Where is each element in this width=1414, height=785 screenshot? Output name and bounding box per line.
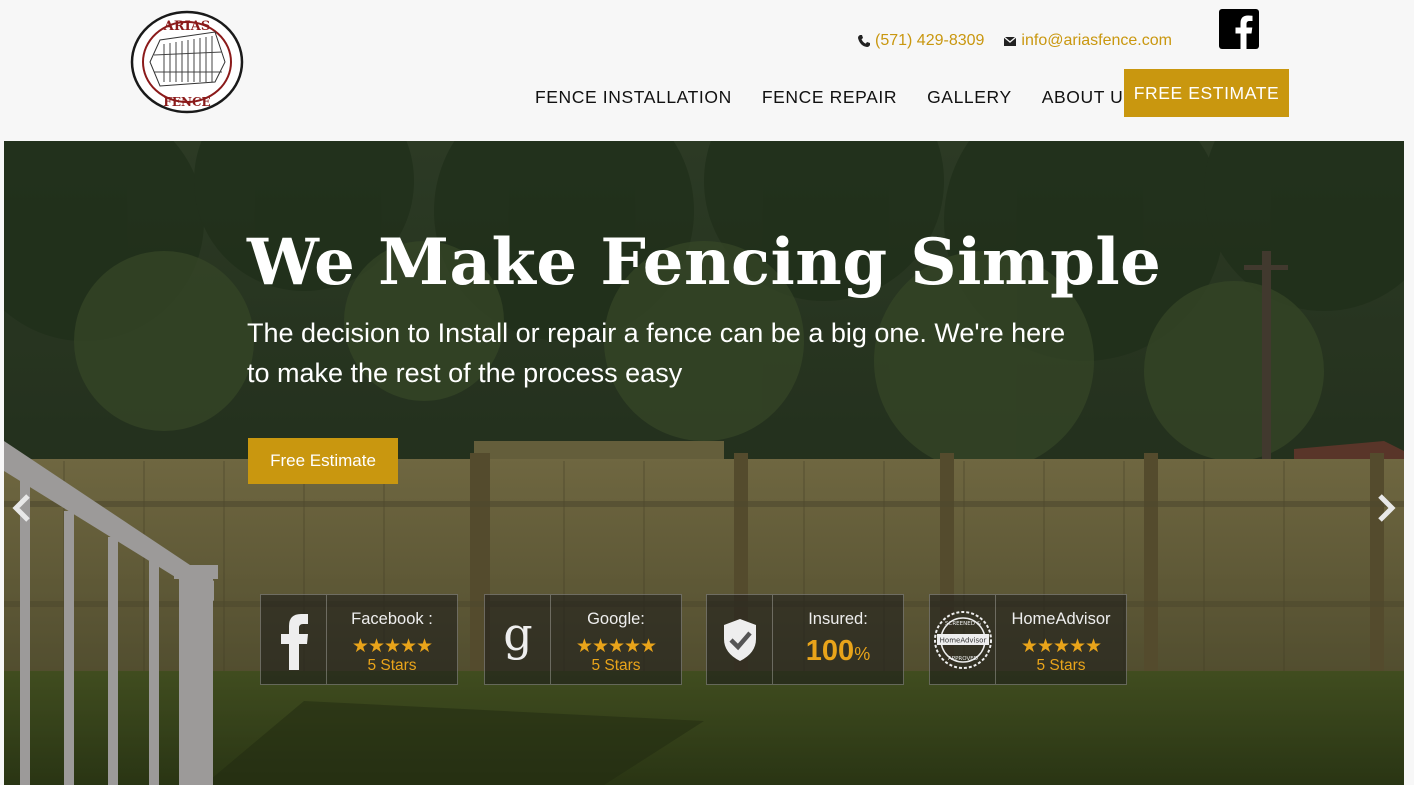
badge-label: Google:: [587, 610, 645, 628]
email-link[interactable]: info@ariasfence.com: [1003, 32, 1172, 50]
facebook-rating-badge: Facebook : ★★★★★ 5 Stars: [260, 594, 458, 685]
email-address[interactable]: info@ariasfence.com: [1021, 32, 1172, 50]
badge-label: Facebook :: [351, 610, 433, 628]
badge-sub: 5 Stars: [1036, 657, 1086, 674]
badge-label: Insured:: [808, 610, 868, 628]
phone-number[interactable]: (571) 429-8309: [875, 32, 984, 50]
insured-percentage: 100%: [805, 635, 871, 667]
svg-text:SCREENED &: SCREENED &: [945, 621, 982, 627]
star-rating: ★★★★★: [1020, 636, 1102, 657]
google-rating-badge: g Google: ★★★★★ 5 Stars: [484, 594, 682, 685]
site-header: ARIAS FENCE (571) 429-8309 info@ariasfen…: [0, 0, 1414, 141]
free-estimate-nav-button[interactable]: FREE ESTIMATE: [1124, 69, 1289, 117]
phone-icon: [858, 35, 870, 47]
star-rating: ★★★★★: [575, 636, 657, 657]
nav-about-us[interactable]: ABOUT US: [1042, 87, 1136, 108]
svg-text:APPROVED: APPROVED: [948, 656, 978, 662]
free-estimate-hero-button[interactable]: Free Estimate: [248, 438, 398, 484]
badge-sub: 5 Stars: [591, 657, 641, 674]
svg-text:ARIAS: ARIAS: [163, 19, 210, 34]
contact-info: (571) 429-8309 info@ariasfence.com: [857, 30, 1191, 52]
main-nav: FENCE INSTALLATION FENCE REPAIR GALLERY …: [535, 84, 1166, 110]
hero-title: We Make Fencing Simple: [247, 225, 1162, 300]
badge-sub: 5 Stars: [367, 657, 417, 674]
nav-gallery[interactable]: GALLERY: [927, 87, 1012, 108]
nav-fence-repair[interactable]: FENCE REPAIR: [762, 87, 897, 108]
facebook-icon[interactable]: [1219, 9, 1259, 49]
hero-subtitle: The decision to Install or repair a fenc…: [247, 318, 1066, 388]
svg-text:g: g: [503, 612, 532, 661]
slider-next-arrow-icon[interactable]: [1374, 493, 1398, 523]
homeadvisor-rating-badge: SCREENED & HomeAdvisor APPROVED HomeAdvi…: [929, 594, 1127, 685]
envelope-icon: [1004, 36, 1017, 46]
google-g-icon: g: [485, 595, 551, 684]
facebook-f-icon: [261, 595, 327, 684]
badge-label: HomeAdvisor: [1011, 610, 1111, 628]
nav-fence-installation[interactable]: FENCE INSTALLATION: [535, 87, 732, 108]
svg-text:FENCE: FENCE: [163, 95, 210, 109]
svg-text:HomeAdvisor: HomeAdvisor: [939, 636, 986, 644]
insured-badge: Insured: 100%: [706, 594, 904, 685]
arias-fence-logo[interactable]: ARIAS FENCE: [130, 10, 244, 114]
hero-slider: We Make Fencing Simple The decision to I…: [4, 141, 1404, 785]
star-rating: ★★★★★: [351, 636, 433, 657]
slider-prev-arrow-icon[interactable]: [10, 493, 34, 523]
homeadvisor-seal-icon: SCREENED & HomeAdvisor APPROVED: [930, 595, 996, 684]
shield-check-icon: [707, 595, 773, 684]
phone-link[interactable]: (571) 429-8309: [857, 32, 984, 50]
